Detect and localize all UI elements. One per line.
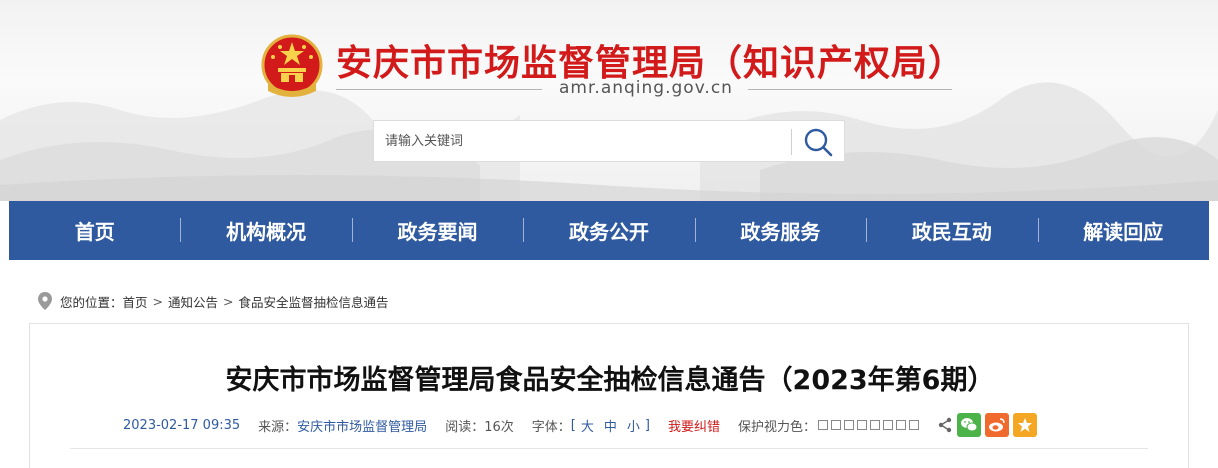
font-size-medium[interactable]: 中 [604, 416, 617, 435]
domain-row: amr.anqing.gov.cn [336, 78, 952, 100]
color-swatch[interactable] [896, 420, 906, 430]
nav-item-home[interactable]: 首页 [9, 201, 180, 260]
breadcrumb-home[interactable]: 首页 [123, 292, 148, 311]
search-button[interactable] [798, 125, 838, 159]
nav-item-public-affairs[interactable]: 政务公开 [523, 201, 694, 260]
nav-item-interpretation[interactable]: 解读回应 [1037, 201, 1209, 260]
divider [748, 89, 952, 90]
divider [336, 89, 542, 90]
color-swatch[interactable] [844, 420, 854, 430]
color-swatch[interactable] [883, 420, 893, 430]
wechat-share-button[interactable] [957, 413, 981, 437]
location-pin-icon [38, 292, 52, 310]
article-meta: 2023-02-17 09:35 来源： 安庆市市场监督管理局 阅读： 16次 … [123, 412, 1037, 438]
search-divider [791, 129, 792, 155]
share-icon[interactable] [937, 417, 953, 433]
breadcrumb-separator: > [223, 293, 234, 309]
mountain-backdrop [0, 82, 1218, 201]
eye-care-label: 保护视力色： [737, 419, 816, 435]
search-input[interactable] [374, 121, 792, 161]
color-swatch[interactable] [870, 420, 880, 430]
breadcrumb: 您的位置： 首页 > 通知公告 > 食品安全监督抽检信息通告 [38, 290, 389, 312]
site-domain: amr.anqing.gov.cn [559, 78, 733, 98]
favorite-button[interactable] [1013, 413, 1037, 437]
star-icon [1018, 418, 1032, 432]
color-swatch[interactable] [857, 420, 867, 430]
font-bracket-open: [ [570, 417, 576, 433]
weibo-icon [989, 418, 1005, 432]
font-size-large[interactable]: 大 [581, 416, 594, 435]
wechat-icon [961, 418, 978, 432]
site-header: 安庆市市场监督管理局（知识产权局） amr.anqing.gov.cn [0, 0, 1218, 201]
nav-item-interaction[interactable]: 政民互动 [866, 201, 1037, 260]
font-bracket-close: ] [644, 417, 650, 433]
source-value: 安庆市市场监督管理局 [297, 419, 428, 435]
report-error-link[interactable]: 我要纠错 [668, 416, 720, 435]
nav-item-organization[interactable]: 机构概况 [180, 201, 351, 260]
national-emblem-icon [258, 33, 326, 101]
divider [70, 448, 1148, 449]
article-container: 安庆市市场监督管理局食品安全抽检信息通告（2023年第6期） 2023-02-1… [29, 323, 1189, 468]
breadcrumb-current[interactable]: 食品安全监督抽检信息通告 [239, 292, 389, 311]
nav-item-services[interactable]: 政务服务 [694, 201, 866, 260]
article-title: 安庆市市场监督管理局食品安全抽检信息通告（2023年第6期） [225, 365, 995, 396]
weibo-share-button[interactable] [985, 413, 1009, 437]
breadcrumb-notices[interactable]: 通知公告 [168, 292, 218, 311]
views-count: 16次 [484, 419, 514, 435]
views-label: 阅读： [445, 419, 485, 435]
search-icon [804, 128, 833, 157]
search-box [373, 120, 845, 162]
breadcrumb-prefix: 您的位置： [60, 294, 123, 310]
source-label: 来源： [258, 419, 298, 435]
nav-item-news[interactable]: 政务要闻 [351, 201, 523, 260]
color-swatch[interactable] [818, 420, 828, 430]
publish-datetime: 2023-02-17 09:35 [123, 417, 241, 433]
eye-care-swatches [818, 420, 919, 430]
font-size-label: 字体： [531, 419, 571, 435]
font-size-small[interactable]: 小 [627, 416, 640, 435]
share-bar [937, 413, 1037, 437]
breadcrumb-separator: > [152, 293, 164, 309]
color-swatch[interactable] [909, 420, 919, 430]
color-swatch[interactable] [831, 420, 841, 430]
main-nav: 首页 机构概况 政务要闻 政务公开 政务服务 政民互动 解读回应 [9, 201, 1209, 260]
